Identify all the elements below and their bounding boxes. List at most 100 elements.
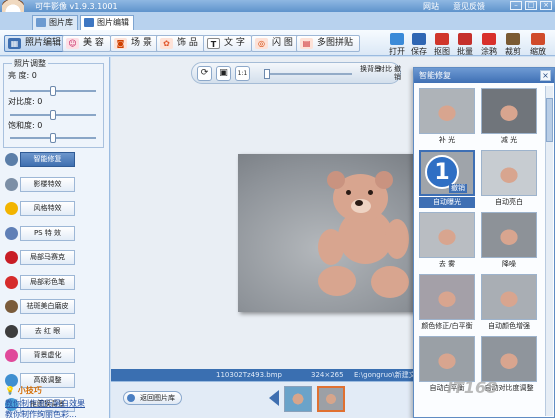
smart-panel-scrollbar[interactable] — [545, 86, 553, 416]
smart-repair-item[interactable]: 颜色修正/白平衡 — [419, 274, 475, 332]
text-icon: T — [207, 38, 220, 49]
accessory-icon: ✿ — [160, 38, 173, 49]
mosaic-button[interactable]: 局部马赛克 — [20, 250, 75, 265]
smart-repair-preview — [419, 88, 475, 134]
undo-button[interactable]: 撤销 — [394, 65, 401, 81]
tip-link-black-white[interactable]: 教你制作流行黑白效果 — [5, 398, 105, 409]
skin-smooth-icon — [5, 300, 18, 313]
picture-edit-icon — [84, 18, 94, 27]
smart-repair-preview — [419, 212, 475, 258]
smart-repair-button[interactable]: 智能修复 — [20, 152, 75, 167]
left-tool-row: 局部马赛克 — [0, 249, 110, 267]
left-tool-row: 祛斑美白磨皮 — [0, 298, 110, 316]
brightness-slider[interactable] — [10, 86, 96, 96]
rotate-button[interactable]: ⟳ — [197, 66, 212, 81]
flash-button[interactable]: ◎ 闪 图 — [251, 35, 300, 52]
open-tool[interactable]: 打开 — [385, 33, 409, 56]
ps-effect-button[interactable]: PS 特 效 — [20, 225, 75, 241]
thumbnail-1[interactable] — [284, 386, 312, 412]
smart-repair-item[interactable]: 补 光 — [419, 88, 475, 146]
red-eye-icon — [5, 324, 18, 338]
zoom-slider[interactable] — [264, 69, 352, 79]
maximize-button[interactable]: □ — [525, 1, 537, 10]
color-pen-button[interactable]: 局部彩色笔 — [20, 274, 75, 290]
smart-repair-item[interactable]: 1 撤销 自动曝光 — [419, 150, 475, 208]
text-button[interactable]: T 文 字 — [203, 35, 252, 52]
photo-edit-button[interactable]: ▦ 照片编辑 — [4, 35, 69, 52]
left-tool-row: PS 特 效 — [0, 225, 110, 243]
saturation-label: 饱和度: 0 — [8, 121, 43, 130]
batch-tool[interactable]: 批量 — [453, 33, 477, 56]
folder-icon — [36, 18, 46, 27]
smart-repair-caption: 去 雾 — [438, 260, 456, 268]
crop-icon — [506, 33, 520, 45]
status-dimensions: 324×265 — [311, 371, 344, 379]
undo-tag[interactable]: 撤销 — [449, 184, 467, 193]
smart-repair-item[interactable]: 自动亮白 — [481, 150, 537, 208]
blur-background-button[interactable]: 背景虚化 — [20, 348, 75, 363]
skin-smooth-button[interactable]: 祛斑美白磨皮 — [20, 299, 75, 314]
tab-picture-edit[interactable]: 图片编辑 — [80, 15, 134, 30]
photo-adjust-title: 照片调整 — [12, 58, 48, 69]
left-tool-row: 局部彩色笔 — [0, 274, 110, 292]
contrast-thumb[interactable] — [50, 110, 56, 120]
tab-picture-library[interactable]: 图片库 — [32, 15, 78, 30]
style-effect-button[interactable]: 风格特效 — [20, 201, 75, 216]
saturation-thumb[interactable] — [50, 133, 56, 143]
save-tool[interactable]: 保存 — [407, 33, 431, 56]
blur-background-icon — [5, 349, 18, 362]
close-button[interactable]: × — [540, 1, 552, 10]
smart-repair-item[interactable]: 降噪 — [481, 212, 537, 270]
smart-repair-panel: 智能修复 × 补 光 减 光 1 撤销 自动曝光自动亮白去 雾 降噪颜色修正/白平衡 自动颜… — [413, 67, 555, 418]
smart-repair-caption: 自动亮白 — [495, 198, 523, 206]
smart-panel-close-button[interactable]: × — [540, 70, 551, 81]
doodle-icon — [482, 33, 496, 45]
crop-tool[interactable]: 裁剪 — [501, 33, 525, 56]
doodle-tool[interactable]: 涂鸦 — [477, 33, 501, 56]
thumbnail-2-selected[interactable] — [317, 386, 345, 412]
tips-title: 💡 小技巧 — [5, 386, 42, 395]
collage-icon: ▤ — [300, 38, 313, 49]
smart-repair-title: 智能修复 — [414, 68, 554, 83]
contrast-slider[interactable] — [10, 110, 96, 120]
actual-size-button[interactable]: 1:1 — [235, 66, 250, 81]
scene-icon: ◙ — [114, 38, 127, 49]
smart-repair-caption: 颜色修正/白平衡 — [421, 322, 473, 330]
prev-thumb-arrow-icon[interactable] — [269, 390, 279, 406]
back-to-library-button[interactable]: 返回图片库 — [123, 391, 182, 405]
status-filename: 110302Tz493.bmp — [216, 371, 282, 379]
accessory-button[interactable]: ✿ 饰 品 — [156, 35, 205, 52]
website-link[interactable]: 网站 — [423, 1, 439, 12]
smart-repair-preview — [419, 274, 475, 320]
brightness-label: 亮 度: 0 — [8, 71, 37, 80]
feedback-link[interactable]: 意见反馈 — [453, 1, 485, 12]
smart-repair-caption: 减 光 — [500, 136, 518, 144]
compare-button[interactable]: 对比 — [378, 65, 392, 73]
batch-icon — [458, 33, 472, 45]
beauty-button[interactable]: ☺ 美 容 — [62, 35, 111, 52]
scrollbar-thumb[interactable] — [546, 98, 553, 142]
left-tool-row: 去 红 眼 — [0, 323, 110, 341]
smart-repair-icon — [5, 153, 18, 166]
smart-repair-item[interactable]: 减 光 — [481, 88, 537, 146]
red-eye-button[interactable]: 去 红 眼 — [20, 323, 75, 339]
smart-repair-caption: 补 光 — [438, 136, 456, 144]
collage-button[interactable]: ▤ 多图拼贴 — [296, 35, 361, 52]
resize-tool[interactable]: 缩放 — [526, 33, 550, 56]
photo-edit-icon: ▦ — [8, 38, 21, 49]
left-tool-row: 背景虚化 — [0, 347, 110, 365]
left-tool-row: 影楼特效 — [0, 176, 110, 194]
tip-link-color[interactable]: 教你制作绚丽色彩... — [5, 409, 105, 418]
smart-repair-item[interactable]: 去 雾 — [419, 212, 475, 270]
left-tool-row: 风格特效 — [0, 200, 110, 218]
tips-section: 💡 小技巧 教你制作流行黑白效果 教你制作绚丽色彩... — [5, 385, 105, 418]
zoom-thumb[interactable] — [264, 69, 270, 79]
brightness-thumb[interactable] — [50, 86, 56, 96]
studio-effect-button[interactable]: 影楼特效 — [20, 176, 75, 192]
minimize-button[interactable]: – — [510, 1, 522, 10]
fit-window-button[interactable]: ▣ — [216, 66, 231, 81]
saturation-slider[interactable] — [10, 133, 96, 143]
scene-button[interactable]: ◙ 场 景 — [110, 35, 159, 52]
cutout-tool[interactable]: 抠图 — [430, 33, 454, 56]
smart-repair-item[interactable]: 自动颜色增强 — [481, 274, 537, 332]
